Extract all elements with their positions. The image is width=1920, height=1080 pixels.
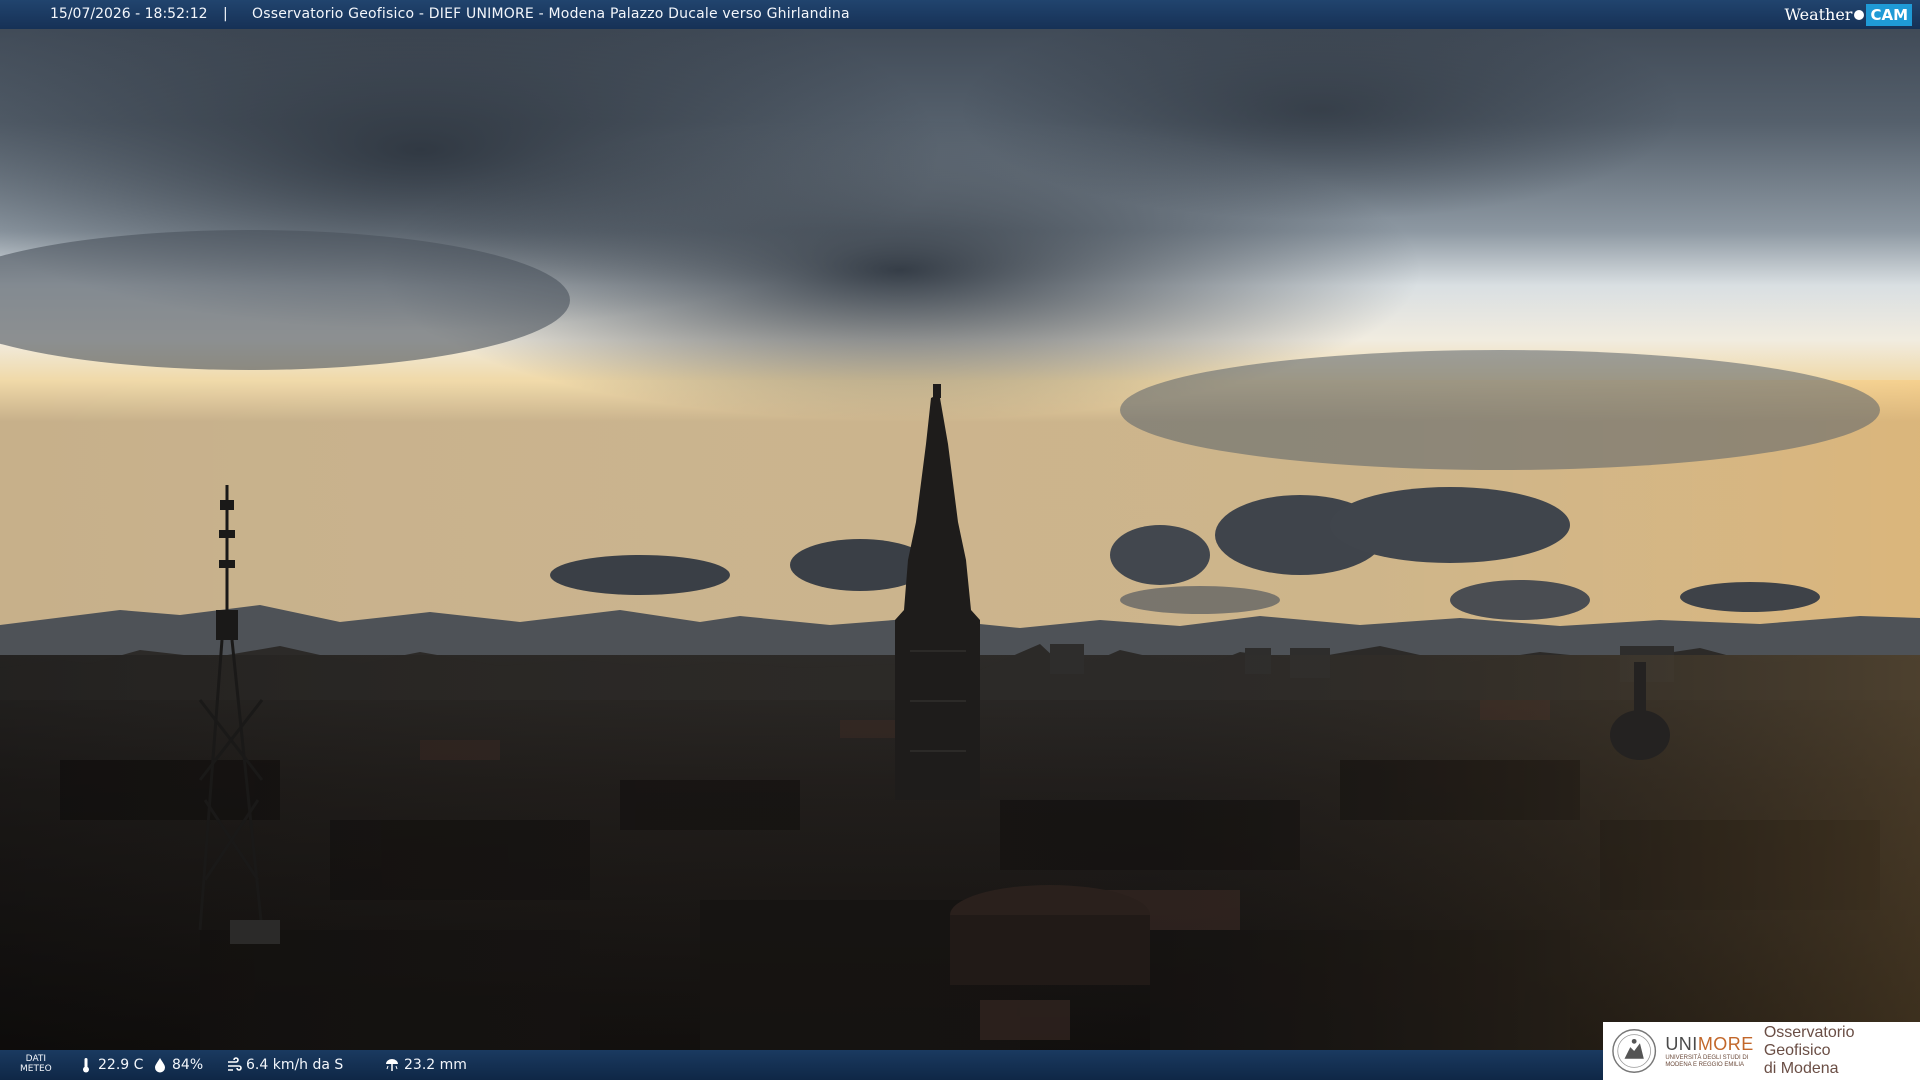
wind-reading: 6.4 km/h da S (226, 1050, 343, 1080)
temperature-reading: 22.9 C (78, 1050, 143, 1080)
unimore-seal-icon (1612, 1029, 1657, 1073)
timestamp: 15/07/2026 - 18:52:12 (50, 6, 208, 22)
observatory-name: Osservatorio Geofisico di Modena (1763, 1024, 1855, 1077)
webcam-image (0, 0, 1920, 1080)
weather-data-label: DATI METEO (20, 1054, 52, 1074)
header-bar: 15/07/2026 - 18:52:12 | Osservatorio Geo… (0, 0, 1920, 29)
webcam-view: 15/07/2026 - 18:52:12 | Osservatorio Geo… (0, 0, 1920, 1080)
brand-cam: CAM (1866, 3, 1912, 26)
rain-gauge-icon (386, 1059, 398, 1071)
rain-value: 23.2 mm (404, 1057, 467, 1073)
thermometer-icon (83, 1058, 89, 1073)
temperature-value: 22.9 C (98, 1057, 144, 1073)
wind-value: 6.4 km/h da S (246, 1057, 344, 1073)
weather-data-bar: DATI METEO 22.9 C 84% 6.4 km/h da S 23.2… (0, 1050, 1603, 1080)
humidity-reading: 84% (152, 1050, 203, 1080)
humidity-value: 84% (172, 1057, 204, 1073)
brand-dot-icon (1854, 9, 1865, 20)
weathercam-logo: Weather CAM (1784, 0, 1912, 29)
droplet-icon (155, 1058, 165, 1073)
header-separator: | (223, 6, 228, 22)
brand-weather: Weather (1784, 5, 1853, 24)
unimore-wordmark: UNIMORE UNIVERSITÀ DEGLI STUDI DI MODENA… (1665, 1033, 1754, 1068)
camera-title: Osservatorio Geofisico - DIEF UNIMORE - … (252, 6, 850, 22)
unimore-observatory-logo: UNIMORE UNIVERSITÀ DEGLI STUDI DI MODENA… (1603, 1022, 1920, 1080)
wind-icon (228, 1057, 242, 1071)
rain-reading: 23.2 mm (384, 1050, 467, 1080)
